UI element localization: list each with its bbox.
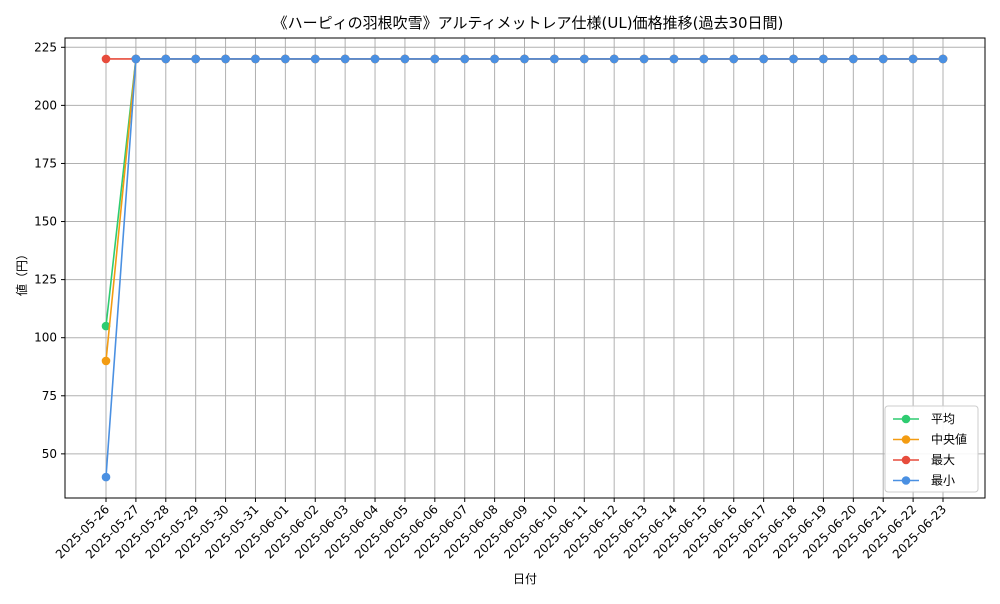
y-tick-label: 50 xyxy=(42,447,57,461)
data-point xyxy=(460,54,470,64)
legend-label: 平均 xyxy=(931,412,955,426)
y-tick-label: 125 xyxy=(34,273,57,287)
legend-label: 中央値 xyxy=(931,432,967,447)
legend-swatch-marker xyxy=(901,435,911,444)
y-tick-label: 225 xyxy=(34,40,57,54)
data-point xyxy=(251,54,260,64)
data-point xyxy=(609,54,619,64)
data-point xyxy=(370,54,380,64)
y-tick-label: 75 xyxy=(42,389,57,403)
legend: 平均中央値最大最小 xyxy=(884,405,979,493)
data-point xyxy=(878,54,888,64)
data-point xyxy=(699,54,709,64)
chart-title: 《ハーピィの羽根吹雪》アルティメットレア仕様(UL)価格推移(過去30日間) xyxy=(273,14,784,32)
data-point xyxy=(819,54,828,64)
legend-label: 最小 xyxy=(931,474,955,488)
line-chart: 《ハーピィの羽根吹雪》アルティメットレア仕様(UL)価格推移(過去30日間) 日… xyxy=(14,14,986,586)
data-point xyxy=(310,54,320,64)
y-tick-label: 150 xyxy=(34,215,57,229)
x-axis-title: 日付 xyxy=(513,572,537,586)
data-point xyxy=(639,54,649,64)
legend-swatch-marker xyxy=(901,414,911,424)
data-point xyxy=(101,356,111,366)
data-point xyxy=(550,54,559,64)
y-axis-title: 値（円） xyxy=(14,248,29,296)
data-point xyxy=(281,54,290,64)
data-point xyxy=(340,54,350,64)
y-tick-label: 100 xyxy=(34,331,57,345)
data-point xyxy=(191,54,200,64)
data-point xyxy=(101,54,111,64)
data-point xyxy=(131,54,141,64)
data-point xyxy=(101,472,111,482)
axes: 2025-05-262025-05-272025-05-282025-05-29… xyxy=(34,37,986,561)
data-point xyxy=(579,54,589,64)
data-point xyxy=(908,54,918,64)
grid-lines xyxy=(65,38,985,498)
data-point xyxy=(520,54,529,64)
legend-swatch-marker xyxy=(901,455,911,465)
data-point xyxy=(161,54,171,64)
legend-label: 最大 xyxy=(931,453,955,467)
data-point xyxy=(400,54,410,64)
data-point xyxy=(938,54,948,64)
legend-swatch-marker xyxy=(901,476,911,485)
data-point xyxy=(849,54,858,64)
data-point xyxy=(759,54,768,64)
data-point xyxy=(729,54,739,64)
data-point xyxy=(789,54,798,64)
data-point xyxy=(430,54,440,64)
data-point xyxy=(221,54,230,64)
data-point xyxy=(669,54,679,64)
data-point xyxy=(490,54,499,64)
y-tick-label: 175 xyxy=(34,156,57,170)
y-tick-label: 200 xyxy=(34,98,57,112)
chart-container: 《ハーピィの羽根吹雪》アルティメットレア仕様(UL)価格推移(過去30日間) 日… xyxy=(0,0,1000,600)
